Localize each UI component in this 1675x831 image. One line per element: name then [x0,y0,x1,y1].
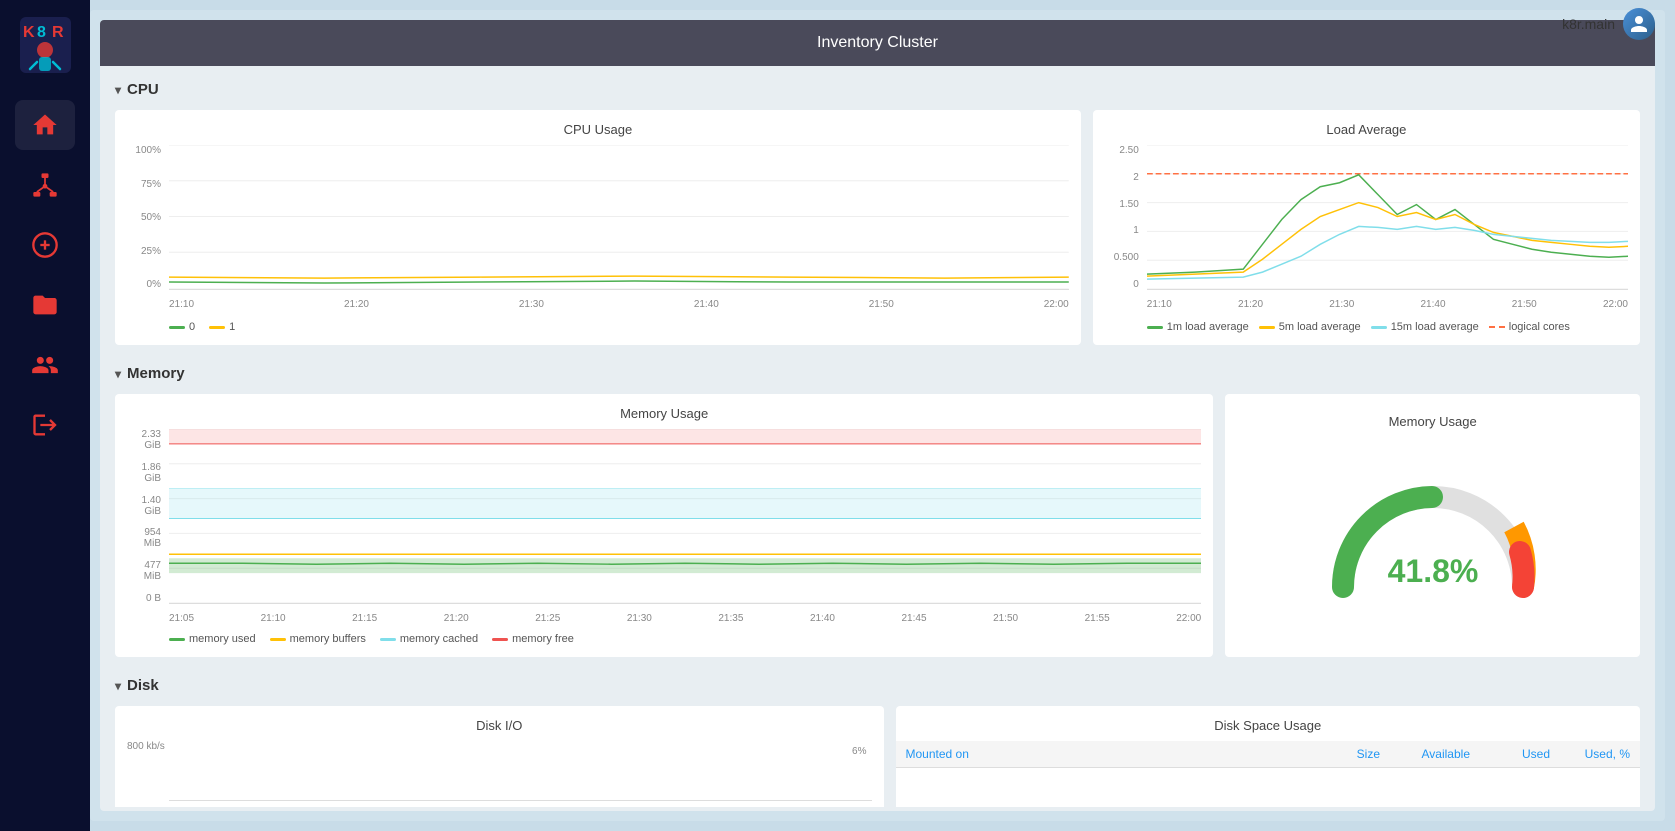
cpu-usage-y-labels: 100% 75% 50% 25% 0% [127,145,165,290]
memory-usage-chart-area: 2.33 GiB 1.86 GiB 1.40 GiB 954 MiB 477 M… [127,429,1201,629]
memory-usage-y-labels: 2.33 GiB 1.86 GiB 1.40 GiB 954 MiB 477 M… [127,429,165,604]
chevron-down-icon: ▾ [115,83,121,97]
svg-text:41.8%: 41.8% [1387,553,1478,589]
th-used: Used [1470,747,1550,761]
legend-item-logical: logical cores [1489,321,1570,333]
cpu-usage-title: CPU Usage [127,122,1069,137]
th-available: Available [1380,747,1470,761]
memory-gauge-title: Memory Usage [1389,414,1477,429]
page-content: Inventory Cluster ▾ CPU CPU Usage 100% [90,10,1665,821]
cpu-usage-panel: CPU Usage 100% 75% 50% 25% 0% [115,110,1081,345]
legend-1m-color [1147,326,1163,329]
cpu-usage-canvas [169,145,1069,290]
cpu-usage-chart-area: 100% 75% 50% 25% 0% [127,145,1069,315]
main-content: k8r.main Inventory Cluster ▾ CPU CPU Us [90,0,1675,831]
legend-item-1m: 1m load average [1147,321,1249,333]
disk-io-y-labels: 800 kb/s [127,741,169,801]
load-average-title: Load Average [1105,122,1628,137]
section-disk-label: Disk [127,677,159,694]
chevron-down-icon-disk: ▾ [115,679,121,693]
th-size: Size [1300,747,1380,761]
section-header-memory[interactable]: ▾ Memory [115,365,1640,382]
memory-usage-canvas [169,429,1201,604]
user-avatar [1623,8,1655,40]
disk-io-value: 6% [852,746,866,757]
memory-usage-legend: memory used memory buffers memory cached [127,633,1201,645]
window-body: ▾ CPU CPU Usage 100% 75% 50% 25% [100,66,1655,807]
app-logo[interactable]: K 8 R [15,10,75,80]
legend-memory-cached-color [380,638,396,641]
cpu-usage-legend: 0 1 [127,321,1069,333]
memory-gauge-panel: Memory Usage 41.8% [1225,394,1640,657]
load-average-legend: 1m load average 5m load average 15m load… [1105,321,1628,333]
legend-memory-cached: memory cached [380,633,478,645]
svg-text:8: 8 [37,24,46,41]
legend-15m-color [1371,326,1387,329]
section-header-cpu[interactable]: ▾ CPU [115,81,1640,98]
sidebar-nav [0,100,90,450]
sidebar-item-folder[interactable] [15,280,75,330]
legend-logical-color [1489,326,1505,328]
disk-io-canvas: 6% [169,741,872,801]
legend-memory-free-color [492,638,508,641]
sidebar-item-home[interactable] [15,100,75,150]
legend-color-0 [169,326,185,329]
disk-io-panel: Disk I/O 800 kb/s 6% [115,706,884,807]
disk-space-table-header: Mounted on Size Available Used Used, % [896,741,1641,768]
disk-space-panel: Disk Space Usage Mounted on Size Availab… [896,706,1641,807]
cpu-charts-row: CPU Usage 100% 75% 50% 25% 0% [115,110,1640,345]
header-bar: k8r.main [90,0,1675,48]
disk-io-chart: 800 kb/s 6% [127,741,872,801]
memory-usage-title: Memory Usage [127,406,1201,421]
load-average-chart-area: 2.50 2 1.50 1 0.500 0 [1105,145,1628,315]
section-memory-label: Memory [127,365,185,382]
inventory-window: Inventory Cluster ▾ CPU CPU Usage 100% [100,20,1655,811]
disk-io-title: Disk I/O [127,718,872,733]
memory-charts-row: Memory Usage 2.33 GiB 1.86 GiB 1.40 GiB … [115,394,1640,657]
legend-memory-used-color [169,638,185,641]
legend-memory-used: memory used [169,633,256,645]
legend-memory-free: memory free [492,633,574,645]
load-average-x-labels: 21:10 21:20 21:30 21:40 21:50 22:00 [1147,293,1628,315]
legend-item-15m: 15m load average [1371,321,1479,333]
disk-space-title: Disk Space Usage [896,706,1641,733]
legend-memory-buffers: memory buffers [270,633,366,645]
legend-item-5m: 5m load average [1259,321,1361,333]
chevron-down-icon-memory: ▾ [115,367,121,381]
legend-color-1 [209,326,225,329]
section-cpu-label: CPU [127,81,159,98]
sidebar-item-users[interactable] [15,340,75,390]
svg-text:K: K [23,24,35,41]
svg-text:R: R [52,24,64,41]
sidebar-item-logout[interactable] [15,400,75,450]
th-used-pct: Used, % [1550,747,1630,761]
sidebar: K 8 R [0,0,90,831]
disk-charts-row: Disk I/O 800 kb/s 6% [115,706,1640,807]
legend-item-0: 0 [169,321,195,333]
gauge-container: 41.8% [1323,437,1543,637]
legend-item-1: 1 [209,321,235,333]
header-user: k8r.main [1562,8,1655,40]
legend-memory-buffers-color [270,638,286,641]
load-average-panel: Load Average 2.50 2 1.50 1 0.500 0 [1093,110,1640,345]
memory-usage-x-labels: 21:05 21:10 21:15 21:20 21:25 21:30 21:3… [169,607,1201,629]
sidebar-item-add[interactable] [15,220,75,270]
memory-usage-panel: Memory Usage 2.33 GiB 1.86 GiB 1.40 GiB … [115,394,1213,657]
section-header-disk[interactable]: ▾ Disk [115,677,1640,694]
legend-5m-color [1259,326,1275,329]
load-average-y-labels: 2.50 2 1.50 1 0.500 0 [1105,145,1143,290]
gauge-svg: 41.8% [1323,467,1543,607]
th-mounted-on: Mounted on [906,747,1301,761]
sidebar-item-network[interactable] [15,160,75,210]
load-average-canvas [1147,145,1628,290]
cpu-usage-x-labels: 21:10 21:20 21:30 21:40 21:50 22:00 [169,293,1069,315]
username-label: k8r.main [1562,16,1615,32]
